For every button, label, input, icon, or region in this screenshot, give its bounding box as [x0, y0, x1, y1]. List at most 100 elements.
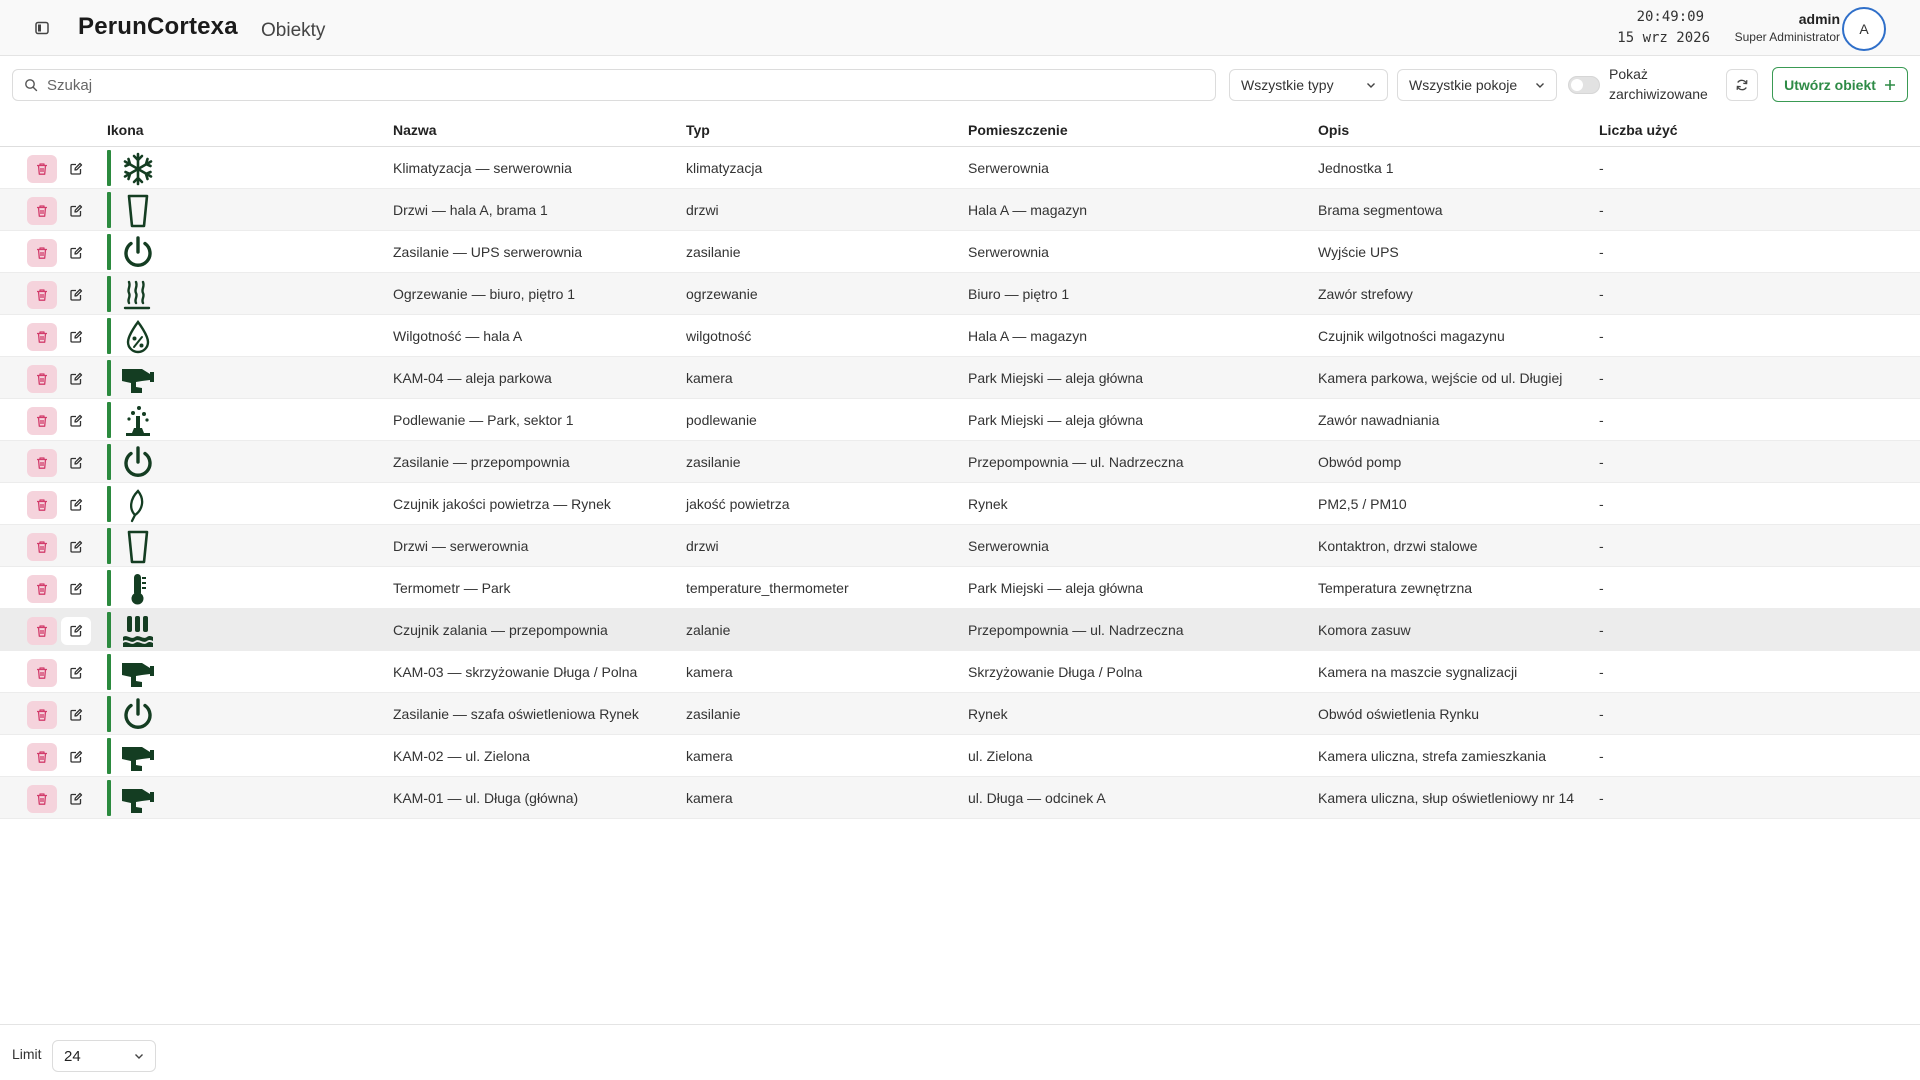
column-header-name[interactable]: Nazwa	[393, 122, 437, 138]
delete-button[interactable]	[27, 701, 57, 729]
delete-button[interactable]	[27, 155, 57, 183]
edit-button[interactable]	[61, 491, 91, 519]
table-row[interactable]: KAM-02 — ul. Zielona kamera ul. Zielona Kam…	[0, 735, 1920, 777]
edit-icon	[70, 456, 83, 469]
table-row[interactable]: Termometr — Park temperature_thermometer P…	[0, 567, 1920, 609]
delete-button[interactable]	[27, 407, 57, 435]
edit-icon	[70, 330, 83, 343]
cell-name: Zasilanie — szafa oświetleniowa Rynek	[393, 706, 639, 722]
edit-button[interactable]	[61, 701, 91, 729]
cell-name: KAM-02 — ul. Zielona	[393, 748, 530, 764]
delete-button[interactable]	[27, 533, 57, 561]
delete-button[interactable]	[27, 575, 57, 603]
edit-button[interactable]	[61, 743, 91, 771]
edit-button[interactable]	[61, 659, 91, 687]
limit-select[interactable]: 24	[52, 1040, 156, 1072]
door-icon	[127, 530, 149, 564]
trash-icon	[37, 541, 47, 553]
cell-name: KAM-04 — aleja parkowa	[393, 370, 552, 386]
column-header-icon[interactable]: Ikona	[107, 122, 144, 138]
room-filter-select[interactable]: Wszystkie pokoje	[1397, 69, 1557, 101]
edit-button[interactable]	[61, 785, 91, 813]
edit-button[interactable]	[61, 197, 91, 225]
trash-icon	[37, 793, 47, 805]
delete-button[interactable]	[27, 743, 57, 771]
edit-button[interactable]	[61, 407, 91, 435]
edit-button[interactable]	[61, 323, 91, 351]
edit-button[interactable]	[61, 449, 91, 477]
edit-icon	[70, 204, 83, 217]
column-header-usage[interactable]: Liczba użyć	[1599, 122, 1678, 138]
search-box[interactable]	[12, 69, 1216, 101]
cell-name: Podlewanie — Park, sektor 1	[393, 412, 574, 428]
table-row[interactable]: Zasilanie — szafa oświetleniowa Rynek zas…	[0, 693, 1920, 735]
table-row[interactable]: Klimatyzacja — serwerownia klimatyzacja Se…	[0, 147, 1920, 189]
status-indicator	[107, 528, 111, 564]
trash-icon	[37, 751, 47, 763]
trash-icon	[37, 331, 47, 343]
column-header-type[interactable]: Typ	[686, 122, 710, 138]
delete-button[interactable]	[27, 197, 57, 225]
camera-icon	[122, 789, 154, 813]
type-filter-select[interactable]: Wszystkie typy	[1229, 69, 1388, 101]
status-indicator	[107, 486, 111, 522]
cell-room: ul. Długa — odcinek A	[968, 790, 1106, 806]
column-header-room[interactable]: Pomieszczenie	[968, 122, 1068, 138]
avatar[interactable]: A	[1842, 7, 1886, 51]
camera-icon	[122, 663, 154, 687]
door-icon	[127, 194, 149, 228]
create-object-button[interactable]: Utwórz obiekt	[1772, 67, 1908, 102]
table-row[interactable]: Ogrzewanie — biuro, piętro 1 ogrzewanie Bi…	[0, 273, 1920, 315]
delete-button[interactable]	[27, 281, 57, 309]
table-row[interactable]: KAM-04 — aleja parkowa kamera Park Miejski…	[0, 357, 1920, 399]
cell-name: Drzwi — serwerownia	[393, 538, 529, 554]
edit-button[interactable]	[61, 155, 91, 183]
table-row[interactable]: Czujnik zalania — przepompownia zalanie Pr…	[0, 609, 1920, 651]
trash-icon	[37, 457, 47, 469]
column-header-description[interactable]: Opis	[1318, 122, 1349, 138]
table-row[interactable]: KAM-01 — ul. Długa (główna) kamera ul. Dłu…	[0, 777, 1920, 819]
user-info[interactable]: admin Super Administrator	[1700, 10, 1840, 46]
delete-button[interactable]	[27, 659, 57, 687]
cell-usage: -	[1599, 286, 1604, 302]
edit-button[interactable]	[61, 533, 91, 561]
delete-button[interactable]	[27, 323, 57, 351]
cell-type: klimatyzacja	[686, 160, 763, 176]
app-header: PerunCortexa Obiekty 20:49:09 15 wrz 202…	[0, 0, 1920, 56]
trash-icon	[37, 625, 47, 637]
edit-button[interactable]	[61, 617, 91, 645]
edit-icon	[70, 372, 83, 385]
delete-button[interactable]	[27, 365, 57, 393]
table-row[interactable]: Wilgotność — hala A wilgotność Hala A — ma…	[0, 315, 1920, 357]
cell-type: drzwi	[686, 202, 719, 218]
edit-button[interactable]	[61, 575, 91, 603]
table-row[interactable]: Podlewanie — Park, sektor 1 podlewanie Par…	[0, 399, 1920, 441]
search-input[interactable]	[47, 70, 1207, 100]
delete-button[interactable]	[27, 449, 57, 477]
table-row[interactable]: Zasilanie — przepompownia zasilanie Przepo…	[0, 441, 1920, 483]
cell-description: Zawór strefowy	[1318, 286, 1413, 302]
table-row[interactable]: Czujnik jakości powietrza — Rynek jakość …	[0, 483, 1920, 525]
trash-icon	[37, 499, 47, 511]
delete-button[interactable]	[27, 239, 57, 267]
cell-type: kamera	[686, 664, 733, 680]
edit-icon	[70, 750, 83, 763]
sidebar-toggle-button[interactable]	[24, 14, 60, 42]
delete-button[interactable]	[27, 785, 57, 813]
trash-icon	[37, 583, 47, 595]
delete-button[interactable]	[27, 491, 57, 519]
delete-button[interactable]	[27, 617, 57, 645]
show-archived-toggle[interactable]	[1568, 76, 1600, 94]
edit-button[interactable]	[61, 365, 91, 393]
table-row[interactable]: Drzwi — hala A, brama 1 drzwi Hala A — mag…	[0, 189, 1920, 231]
edit-button[interactable]	[61, 281, 91, 309]
status-indicator	[107, 570, 111, 606]
table-row[interactable]: Zasilanie — UPS serwerownia zasilanie Serw…	[0, 231, 1920, 273]
cell-usage: -	[1599, 412, 1604, 428]
table-row[interactable]: Drzwi — serwerownia drzwi Serwerownia Konta…	[0, 525, 1920, 567]
refresh-button[interactable]	[1726, 69, 1758, 101]
table-row[interactable]: KAM-03 — skrzyżowanie Długa / Polna kamer…	[0, 651, 1920, 693]
edit-button[interactable]	[61, 239, 91, 267]
cell-room: Hala A — magazyn	[968, 328, 1088, 344]
trash-icon	[37, 415, 47, 427]
